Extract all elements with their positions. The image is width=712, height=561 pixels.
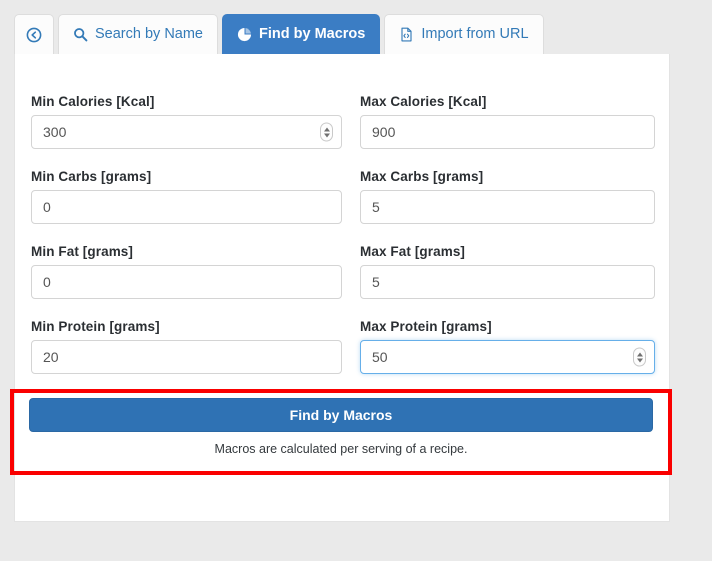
stepper-down-icon[interactable] <box>637 358 643 362</box>
tab-search-name[interactable]: Search by Name <box>58 14 218 54</box>
max-calories-input-wrapper <box>360 115 655 149</box>
field-max-fat: Max Fat [grams] <box>360 244 655 299</box>
app-root: Search by Name Find by Macros Import from … <box>0 0 712 561</box>
tab-label: Find by Macros <box>259 27 365 42</box>
field-min-fat: Min Fat [grams] <box>31 244 342 299</box>
field-max-calories: Max Calories [Kcal] <box>360 94 655 149</box>
max-fat-input-wrapper <box>360 265 655 299</box>
max-protein-stepper[interactable] <box>633 348 646 367</box>
macros-helper-text: Macros are calculated per serving of a r… <box>18 442 664 456</box>
stepper-up-icon[interactable] <box>324 127 330 131</box>
max-protein-input[interactable] <box>360 340 655 374</box>
find-by-macros-button[interactable]: Find by Macros <box>29 398 653 432</box>
field-max-carbs: Max Carbs [grams] <box>360 169 655 224</box>
field-min-protein: Min Protein [grams] <box>31 319 342 374</box>
min-fat-label: Min Fat [grams] <box>31 244 342 259</box>
max-fat-input[interactable] <box>360 265 655 299</box>
tab-bar: Search by Name Find by Macros Import from … <box>14 14 544 54</box>
max-protein-label: Max Protein [grams] <box>360 319 655 334</box>
tab-back[interactable] <box>14 14 54 54</box>
min-carbs-input-wrapper <box>31 190 342 224</box>
max-carbs-label: Max Carbs [grams] <box>360 169 655 184</box>
min-protein-input-wrapper <box>31 340 342 374</box>
macro-form: Min Calories [Kcal] Max Calories [Kcal] Mi… <box>31 94 655 394</box>
min-protein-label: Min Protein [grams] <box>31 319 342 334</box>
min-calories-stepper[interactable] <box>320 123 333 142</box>
max-fat-label: Max Fat [grams] <box>360 244 655 259</box>
min-carbs-label: Min Carbs [grams] <box>31 169 342 184</box>
submit-area: Find by Macros Macros are calculated per… <box>18 398 664 456</box>
max-calories-label: Max Calories [Kcal] <box>360 94 655 109</box>
min-carbs-input[interactable] <box>31 190 342 224</box>
search-icon <box>73 27 88 42</box>
stepper-up-icon[interactable] <box>637 352 643 356</box>
tab-import-url[interactable]: Import from URL <box>384 14 543 54</box>
min-protein-input[interactable] <box>31 340 342 374</box>
pie-chart-icon <box>237 27 252 42</box>
field-min-carbs: Min Carbs [grams] <box>31 169 342 224</box>
tab-label: Search by Name <box>95 27 203 42</box>
max-carbs-input-wrapper <box>360 190 655 224</box>
stepper-down-icon[interactable] <box>324 133 330 137</box>
min-calories-input-wrapper <box>31 115 342 149</box>
field-min-calories: Min Calories [Kcal] <box>31 94 342 149</box>
arrow-circle-left-icon <box>26 27 42 43</box>
min-fat-input[interactable] <box>31 265 342 299</box>
file-code-icon <box>399 27 414 42</box>
min-calories-input[interactable] <box>31 115 342 149</box>
max-protein-input-wrapper <box>360 340 655 374</box>
tab-label: Import from URL <box>421 27 528 42</box>
tab-find-macros[interactable]: Find by Macros <box>222 14 380 54</box>
max-calories-input[interactable] <box>360 115 655 149</box>
max-carbs-input[interactable] <box>360 190 655 224</box>
min-calories-label: Min Calories [Kcal] <box>31 94 342 109</box>
min-fat-input-wrapper <box>31 265 342 299</box>
field-max-protein: Max Protein [grams] <box>360 319 655 374</box>
